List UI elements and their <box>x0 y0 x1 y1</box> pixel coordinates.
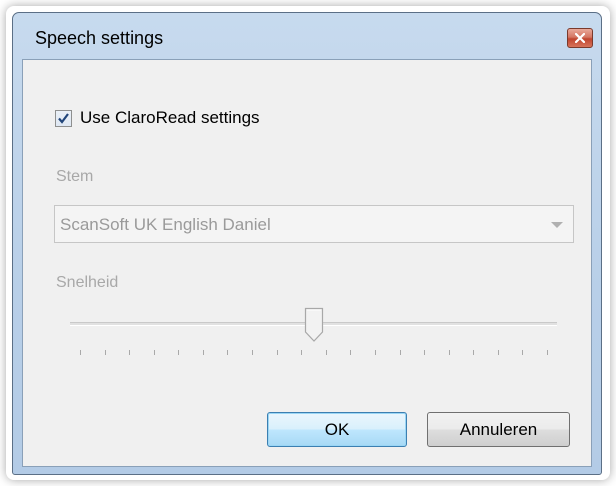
slider-tick <box>497 350 499 355</box>
use-claroread-row[interactable]: Use ClaroRead settings <box>55 108 260 128</box>
slider-tick <box>522 350 524 355</box>
cancel-button-label: Annuleren <box>459 419 538 439</box>
slider-tick <box>80 350 81 355</box>
slider-tick <box>153 350 155 355</box>
speed-slider-thumb[interactable] <box>304 307 324 343</box>
slider-tick <box>473 350 475 355</box>
close-x-icon <box>575 33 585 43</box>
slider-tick <box>547 350 548 355</box>
dialog-window: Speech settings Use ClaroRead settings S… <box>12 12 602 475</box>
slider-tick <box>252 350 254 355</box>
use-claroread-label: Use ClaroRead settings <box>80 108 260 127</box>
slider-tick <box>325 350 327 355</box>
slider-tick <box>399 350 401 355</box>
slider-tick <box>301 350 303 355</box>
slider-tick <box>227 350 229 355</box>
slider-tick <box>350 350 352 355</box>
close-button[interactable] <box>567 28 593 48</box>
voice-selected-value: ScanSoft UK English Daniel <box>60 215 271 234</box>
voice-dropdown[interactable]: ScanSoft UK English Daniel <box>54 205 574 243</box>
slider-tick <box>374 350 376 355</box>
cancel-button[interactable]: Annuleren <box>427 412 570 447</box>
slider-tick <box>104 350 106 355</box>
dialog-client-area: Use ClaroRead settings Stem ScanSoft UK … <box>22 59 592 467</box>
title-bar[interactable]: Speech settings <box>13 13 601 51</box>
ok-button-label: OK <box>324 419 350 439</box>
slider-tick <box>448 350 450 355</box>
speed-label: Snelheid <box>56 274 119 291</box>
use-claroread-checkbox[interactable] <box>55 109 72 127</box>
ok-button[interactable]: OK <box>267 412 407 447</box>
window-title: Speech settings <box>35 28 164 48</box>
voice-label: Stem <box>56 168 94 185</box>
slider-tick <box>424 350 426 355</box>
slider-tick <box>129 350 131 355</box>
checkmark-icon <box>58 112 69 124</box>
slider-tick <box>276 350 278 355</box>
slider-tick <box>178 350 180 355</box>
chevron-down-icon[interactable] <box>551 222 563 228</box>
slider-tick <box>202 350 204 355</box>
